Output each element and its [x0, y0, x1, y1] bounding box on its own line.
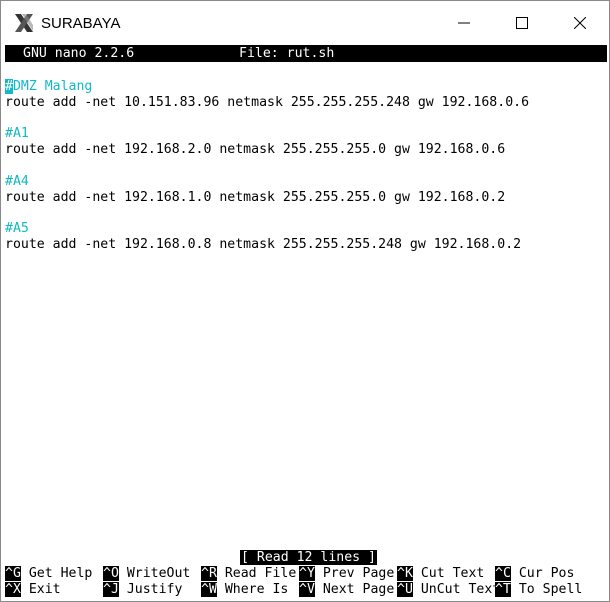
- shortcut-justify[interactable]: ^J Justify: [103, 582, 182, 598]
- shortcut-label: Prev Page: [314, 566, 395, 581]
- comment-line: #A1: [5, 126, 29, 142]
- code-line: route add -net 10.151.83.96 netmask 255.…: [5, 94, 530, 110]
- code-line: route add -net 192.168.0.8 netmask 255.2…: [5, 237, 522, 252]
- shortcut-key: ^T: [495, 582, 511, 597]
- line-text: DMZ Malang: [12, 79, 93, 94]
- shortcut-label: Where Is: [216, 582, 289, 597]
- shortcut-key: ^O: [103, 566, 119, 581]
- comment-line: #A5: [5, 221, 29, 237]
- shortcut-label: Exit: [20, 582, 61, 597]
- comment-line: #DMZ Malang: [5, 79, 92, 95]
- code-line: route add -net 192.168.2.0 netmask 255.2…: [5, 142, 506, 158]
- window-title: SURABAYA: [41, 14, 121, 32]
- close-icon: [574, 17, 586, 29]
- shortcut-key: ^Y: [299, 566, 315, 581]
- shortcut-get-help[interactable]: ^G Get Help: [5, 566, 92, 582]
- shortcut-where-is[interactable]: ^W Where Is: [201, 582, 288, 598]
- shortcut-label: Cut Text: [412, 566, 485, 581]
- line-text: #A5: [5, 221, 29, 237]
- shortcut-key: ^V: [299, 582, 315, 597]
- shortcut-label: Get Help: [20, 566, 93, 581]
- status-message: [ Read 12 lines ]: [240, 550, 377, 565]
- x-logo-icon: [15, 14, 33, 32]
- close-button[interactable]: [551, 1, 609, 45]
- shortcut-read-file[interactable]: ^R Read File: [201, 566, 296, 582]
- text-cursor: #: [5, 79, 13, 94]
- line-text: #A4: [5, 173, 29, 189]
- nano-filename: File: rut.sh: [239, 46, 335, 61]
- shortcut-label: UnCut Text: [412, 582, 501, 597]
- shortcut-key: ^C: [495, 566, 511, 581]
- shortcut-uncut-text[interactable]: ^U UnCut Text: [397, 582, 500, 598]
- shortcut-next-page[interactable]: ^V Next Page: [299, 582, 394, 598]
- shortcut-key: ^K: [397, 566, 413, 581]
- shortcut-cur-pos[interactable]: ^C Cur Pos: [495, 566, 574, 582]
- shortcut-cut-text[interactable]: ^K Cut Text: [397, 566, 484, 582]
- shortcut-key: ^J: [103, 582, 119, 597]
- terminal-window: SURABAYA GNU nano 2.2.6 File: rut.sh #DM…: [0, 0, 610, 602]
- shortcut-key: ^U: [397, 582, 413, 597]
- shortcut-label: Cur Pos: [510, 566, 575, 581]
- code-line: route add -net 192.168.1.0 netmask 255.2…: [5, 189, 506, 205]
- title-bar[interactable]: SURABAYA: [1, 1, 609, 45]
- minimize-icon: [458, 22, 470, 24]
- shortcut-label: Justify: [118, 582, 183, 597]
- shortcut-key: ^G: [5, 566, 21, 581]
- nano-version: GNU nano 2.2.6: [23, 46, 135, 61]
- maximize-button[interactable]: [493, 1, 551, 45]
- shortcut-key: ^W: [201, 582, 217, 597]
- shortcut-writeout[interactable]: ^O WriteOut: [103, 566, 190, 582]
- shortcut-label: To Spell: [510, 582, 583, 597]
- shortcut-label: Read File: [216, 566, 297, 581]
- line-text: #A1: [5, 126, 29, 142]
- shortcut-key: ^R: [201, 566, 217, 581]
- shortcut-key: ^X: [5, 582, 21, 597]
- window-controls: [435, 1, 609, 45]
- shortcut-prev-page[interactable]: ^Y Prev Page: [299, 566, 394, 582]
- shortcut-label: Next Page: [314, 582, 395, 597]
- shortcut-label: WriteOut: [118, 566, 191, 581]
- terminal-area[interactable]: GNU nano 2.2.6 File: rut.sh #DMZ Malang r…: [3, 45, 607, 600]
- shortcut-to-spell[interactable]: ^T To Spell: [495, 582, 582, 598]
- shortcut-exit[interactable]: ^X Exit: [5, 582, 61, 598]
- minimize-button[interactable]: [435, 1, 493, 45]
- comment-line: #A4: [5, 174, 29, 190]
- maximize-icon: [516, 17, 528, 29]
- nano-header: GNU nano 2.2.6 File: rut.sh: [5, 45, 607, 62]
